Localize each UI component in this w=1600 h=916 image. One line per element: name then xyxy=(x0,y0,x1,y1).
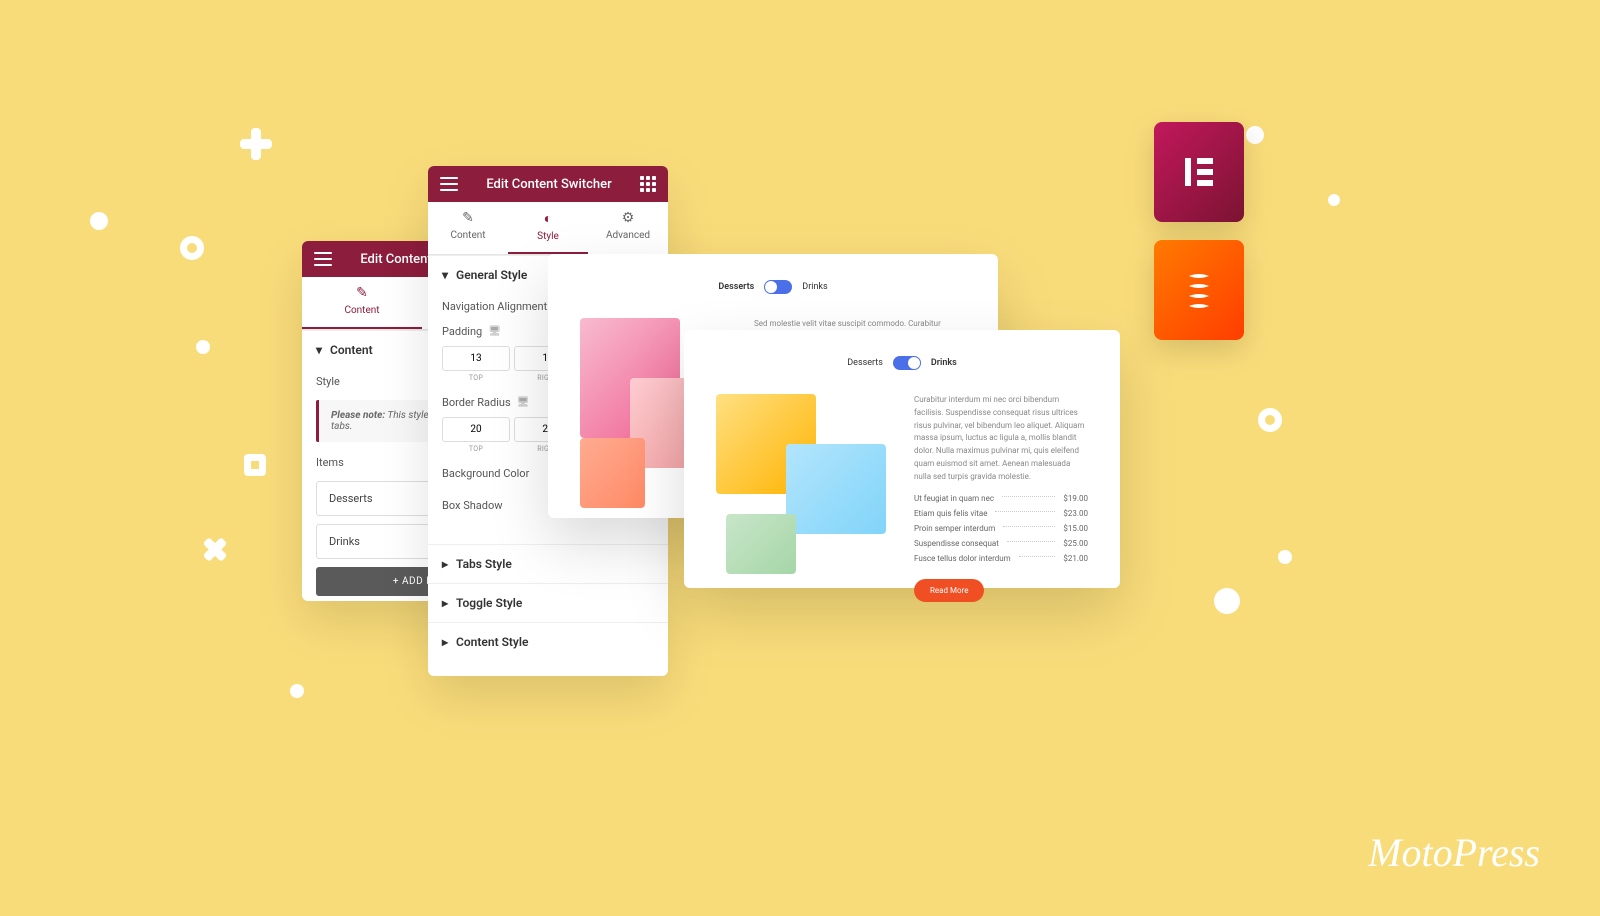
tab-style[interactable]: ◐Style xyxy=(508,202,588,254)
read-more-button[interactable]: Read More xyxy=(914,579,984,602)
border-radius-label: Border Radius xyxy=(442,396,511,409)
responsive-icon[interactable]: 🖥 xyxy=(517,397,530,408)
grid-icon[interactable] xyxy=(640,176,656,192)
preview-images xyxy=(716,394,886,584)
section-content-style[interactable]: ▸ Content Style xyxy=(428,623,668,661)
padding-label: Padding xyxy=(442,325,482,338)
tab-content[interactable]: ✎Content xyxy=(302,277,422,329)
toggle-right-label: Drinks xyxy=(802,282,827,292)
preview-drinks: Desserts Drinks Curabitur interdum mi ne… xyxy=(684,330,1120,588)
elementor-icon xyxy=(1154,122,1244,222)
tab-advanced[interactable]: ⚙Advanced xyxy=(588,202,668,254)
padding-top-input[interactable] xyxy=(442,346,510,371)
content-toggle[interactable] xyxy=(764,280,792,294)
price-list: Ut feugiat in quam nec$19.00 Etiam quis … xyxy=(914,494,1088,563)
stratum-icon xyxy=(1154,240,1244,340)
section-tabs-style[interactable]: ▸ Tabs Style xyxy=(428,545,668,583)
style-label: Style xyxy=(316,375,340,388)
bg-color-label: Background Color xyxy=(442,467,529,480)
preview-text: Curabitur interdum mi nec orci bibendum … xyxy=(914,394,1088,484)
motopress-logo: MotoPress xyxy=(1368,829,1540,876)
nav-align-label: Navigation Alignment xyxy=(442,300,547,313)
menu-icon[interactable] xyxy=(440,177,458,191)
toggle-left-label: Desserts xyxy=(847,358,883,368)
radius-top-input[interactable] xyxy=(442,417,510,442)
section-toggle-style[interactable]: ▸ Toggle Style xyxy=(428,584,668,622)
tab-content[interactable]: ✎Content xyxy=(428,202,508,254)
box-shadow-label: Box Shadow xyxy=(442,499,503,512)
content-toggle[interactable] xyxy=(893,356,921,370)
items-label: Items xyxy=(316,456,344,469)
toggle-right-label: Drinks xyxy=(931,358,957,368)
panel-title: Edit Content Switcher xyxy=(486,177,611,192)
responsive-icon[interactable]: 🖥 xyxy=(488,326,501,337)
menu-icon[interactable] xyxy=(314,252,332,266)
toggle-left-label: Desserts xyxy=(718,282,754,292)
